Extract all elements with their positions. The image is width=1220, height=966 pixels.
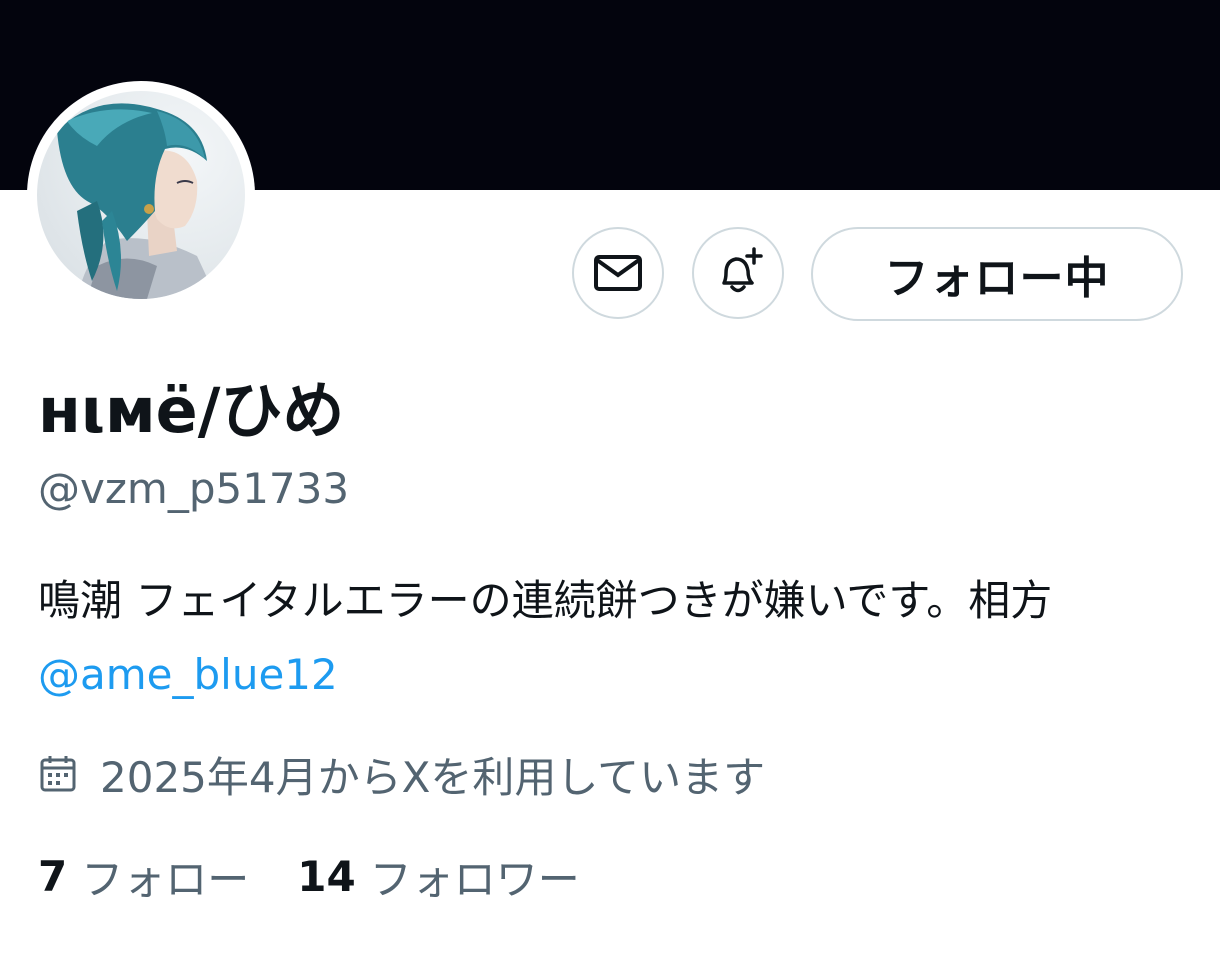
following-label: フォロー	[81, 855, 250, 904]
follow-stats: 7 フォロー 14 フォロワー	[38, 846, 628, 907]
bio-text: 鳴潮 フェイタルエラーの連続餅つきが嫌いです。相方	[38, 576, 1053, 625]
followers-link[interactable]: 14 フォロワー	[297, 846, 579, 907]
profile-avatar[interactable]	[27, 81, 255, 309]
bio-mention-link[interactable]: @ame_blue12	[38, 650, 338, 699]
following-count: 7	[38, 852, 68, 901]
profile-bio: 鳴潮 フェイタルエラーの連続餅つきが嫌いです。相方 @ame_blue12	[38, 564, 1178, 712]
bell-plus-icon	[722, 247, 763, 293]
followers-count: 14	[297, 852, 356, 901]
avatar-illustration	[57, 103, 217, 299]
join-date-text: 2025年4月からXを利用しています	[100, 752, 766, 802]
display-name: нιмё/ひめ	[38, 374, 345, 447]
followers-label: フォロワー	[369, 855, 580, 904]
avatar-image	[37, 91, 245, 299]
mail-icon	[594, 255, 642, 291]
following-link[interactable]: 7 フォロー	[38, 846, 249, 907]
calendar-icon	[40, 756, 76, 792]
user-handle: @vzm_p51733	[38, 464, 350, 513]
join-date: 2025年4月からXを利用しています	[38, 744, 765, 804]
notify-button[interactable]	[692, 227, 784, 319]
message-button[interactable]	[572, 227, 664, 319]
following-button[interactable]: フォロー中	[811, 227, 1183, 321]
